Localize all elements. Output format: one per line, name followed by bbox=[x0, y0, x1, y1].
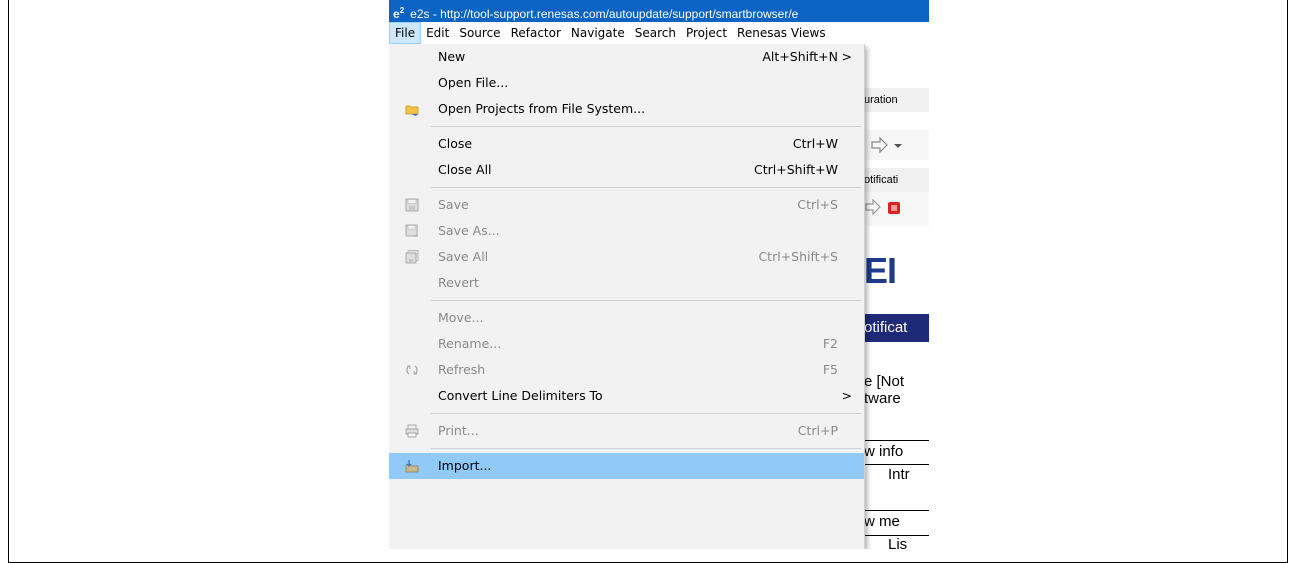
app-logo: e2 bbox=[393, 6, 405, 21]
page-text: w me bbox=[864, 513, 900, 530]
menu-item-rename[interactable]: Rename... F2 bbox=[389, 331, 864, 357]
refresh-icon bbox=[406, 365, 418, 375]
menu-separator bbox=[431, 126, 861, 127]
page-text: e [Not bbox=[864, 373, 905, 390]
menu-item-close[interactable]: Close Ctrl+W bbox=[389, 131, 864, 157]
title-bar: e2 e2s - http://tool-support.renesas.com/… bbox=[389, 0, 929, 22]
menu-item-revert[interactable]: Revert bbox=[389, 270, 864, 296]
forward-arrow-icon[interactable] bbox=[864, 130, 929, 160]
menu-bar: File Edit Source Refactor Navigate Search Proj… bbox=[389, 22, 929, 44]
menu-edit[interactable]: Edit bbox=[421, 22, 454, 44]
configuration-tab[interactable]: uration bbox=[864, 88, 929, 112]
print-icon bbox=[405, 424, 419, 438]
menu-item-move[interactable]: Move... bbox=[389, 305, 864, 331]
save-as-icon bbox=[405, 224, 418, 237]
menu-item-import[interactable]: Import... bbox=[389, 453, 864, 479]
page-text: Lis bbox=[888, 536, 908, 550]
submenu-arrow-icon: > bbox=[841, 49, 852, 64]
menu-separator bbox=[431, 448, 861, 449]
notification-banner: otificat bbox=[864, 314, 929, 342]
page-text: w info bbox=[864, 443, 904, 460]
page-text: tware bbox=[864, 390, 901, 407]
page-text: Intr bbox=[888, 466, 910, 483]
menu-navigate[interactable]: Navigate bbox=[566, 22, 630, 44]
file-menu-dropdown: New Alt+Shift+N > Open File... Open Proj… bbox=[389, 44, 865, 549]
submenu-arrow-icon: > bbox=[841, 388, 852, 403]
background-content: uration otificati EI otificat e [Not twa… bbox=[864, 44, 929, 549]
menu-separator bbox=[431, 187, 861, 188]
eclipse-window: e2 e2s - http://tool-support.renesas.com/… bbox=[389, 0, 929, 549]
menu-item-convert-line-delimiters[interactable]: Convert Line Delimiters To > bbox=[389, 383, 864, 409]
notification-tab[interactable]: otificati bbox=[864, 168, 929, 192]
toolbar-fragment bbox=[864, 130, 929, 160]
browser-toolbar-fragment bbox=[864, 192, 929, 226]
menu-project[interactable]: Project bbox=[681, 22, 732, 44]
window-title: e2s - http://tool-support.renesas.com/au… bbox=[410, 7, 799, 21]
folder-icon bbox=[405, 105, 419, 116]
menu-item-open-projects[interactable]: Open Projects from File System... bbox=[389, 96, 864, 122]
save-all-icon bbox=[405, 250, 419, 264]
divider bbox=[864, 464, 929, 465]
menu-item-open-file[interactable]: Open File... bbox=[389, 70, 864, 96]
menu-item-save-as[interactable]: Save As... bbox=[389, 218, 864, 244]
menu-renesas-views[interactable]: Renesas Views bbox=[732, 22, 831, 44]
menu-item-save[interactable]: Save Ctrl+S bbox=[389, 192, 864, 218]
menu-separator bbox=[431, 413, 861, 414]
menu-separator bbox=[431, 300, 861, 301]
menu-search[interactable]: Search bbox=[630, 22, 681, 44]
import-icon bbox=[405, 460, 419, 473]
menu-item-close-all[interactable]: Close All Ctrl+Shift+W bbox=[389, 157, 864, 183]
menu-item-print[interactable]: Print... Ctrl+P bbox=[389, 418, 864, 444]
divider bbox=[864, 510, 929, 511]
menu-item-refresh[interactable]: Refresh F5 bbox=[389, 357, 864, 383]
menu-file[interactable]: File bbox=[389, 22, 422, 44]
renesas-logo-fragment: EI bbox=[864, 250, 897, 291]
save-icon bbox=[405, 198, 419, 212]
menu-refactor[interactable]: Refactor bbox=[506, 22, 566, 44]
menu-source[interactable]: Source bbox=[454, 22, 505, 44]
forward-icon bbox=[865, 198, 881, 216]
menu-item-save-all[interactable]: Save All Ctrl+Shift+S bbox=[389, 244, 864, 270]
menu-item-new[interactable]: New Alt+Shift+N > bbox=[389, 44, 864, 70]
divider bbox=[864, 440, 929, 441]
